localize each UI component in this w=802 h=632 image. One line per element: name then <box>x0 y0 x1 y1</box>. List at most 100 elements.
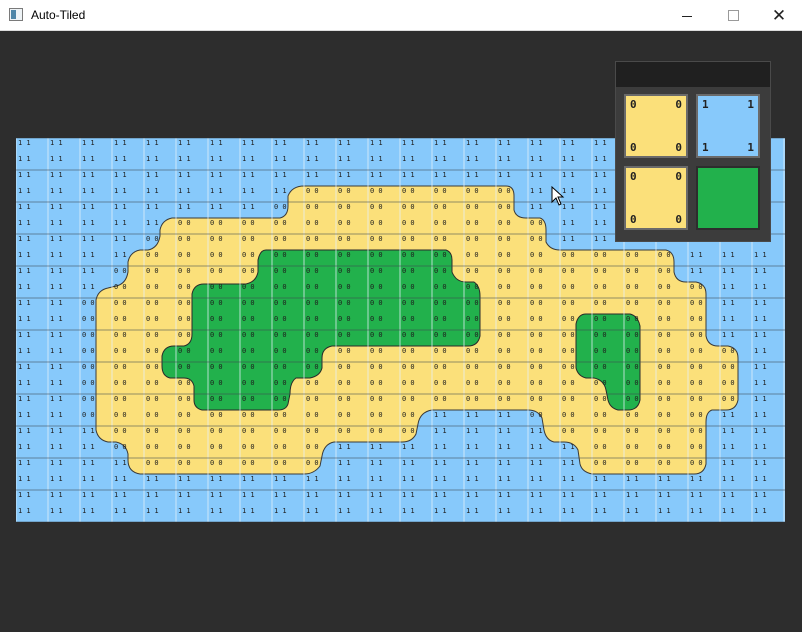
maximize-button[interactable] <box>710 0 756 31</box>
tile-corner-marker: 1 1 <box>338 171 351 179</box>
tile-corner-marker: 0 0 <box>178 283 191 291</box>
tile-corner-marker: 0 0 <box>114 363 127 371</box>
tile-corner-marker: 0 0 <box>594 411 607 419</box>
tile-corner-marker: 1 1 <box>274 187 287 195</box>
tile-corner-marker: 0 0 <box>210 363 223 371</box>
tile-corner-marker: 1 1 <box>754 299 767 307</box>
tile-corner-marker: 1 1 <box>114 491 127 499</box>
tile-corner-marker: 0 0 <box>690 459 703 467</box>
tile-corner-marker: 1 1 <box>562 507 575 515</box>
tile-corner-marker: 1 1 <box>754 251 767 259</box>
tile-corner-marker: 0 0 <box>402 427 415 435</box>
minimize-button[interactable] <box>664 0 710 31</box>
tile-corner-marker: 1 1 <box>18 443 31 451</box>
palette-tile-grass[interactable] <box>696 166 760 230</box>
tile-corner-marker: 1 1 <box>754 379 767 387</box>
tile-corner-marker: 1 1 <box>242 155 255 163</box>
tile-corner-marker: 1 1 <box>146 139 159 147</box>
tile-corner-marker: 0 0 <box>498 267 511 275</box>
tile-corner-marker: 0 0 <box>658 395 671 403</box>
tile-corner-marker: 0 0 <box>626 331 639 339</box>
tile-corner-marker: 1 1 <box>338 155 351 163</box>
tile-corner-marker: 0 0 <box>242 299 255 307</box>
tile-corner-marker: 0 0 <box>690 379 703 387</box>
tile-corner-marker: 0 0 <box>498 283 511 291</box>
tile-corner-marker: 0 0 <box>562 283 575 291</box>
tile-corner-marker: 0 0 <box>274 331 287 339</box>
mouse-cursor-icon <box>551 186 565 206</box>
palette-tile-sand[interactable]: 0 0 0 0 <box>624 94 688 158</box>
tile-corner-marker: 1 1 <box>146 475 159 483</box>
tile-corner-marker: 0 0 <box>210 427 223 435</box>
tile-corner-marker: 0 0 <box>338 267 351 275</box>
tile-corner-marker: 1 1 <box>402 459 415 467</box>
tile-corner-marker: 1 1 <box>594 491 607 499</box>
tile-corner-marker: 0 0 <box>434 267 447 275</box>
tile-corner-marker: 0 0 <box>434 251 447 259</box>
tile-corner-marker: 0 0 <box>210 395 223 403</box>
tile-corner-label: 0 <box>675 98 682 111</box>
tile-corner-marker: 0 0 <box>690 299 703 307</box>
tile-corner-marker: 0 0 <box>562 363 575 371</box>
tile-corner-marker: 0 0 <box>178 427 191 435</box>
tile-corner-marker: 0 0 <box>690 315 703 323</box>
tile-corner-marker: 1 1 <box>370 155 383 163</box>
tile-corner-marker: 1 1 <box>50 235 63 243</box>
tile-corner-marker: 1 1 <box>274 171 287 179</box>
tile-corner-marker: 1 1 <box>722 267 735 275</box>
tile-corner-marker: 0 0 <box>594 427 607 435</box>
tile-corner-marker: 1 1 <box>50 363 63 371</box>
tile-corner-marker: 0 0 <box>466 267 479 275</box>
tile-corner-marker: 1 1 <box>530 443 543 451</box>
tile-corner-marker: 1 1 <box>690 267 703 275</box>
tile-corner-marker: 0 0 <box>338 411 351 419</box>
tile-corner-marker: 0 0 <box>594 347 607 355</box>
tile-corner-marker: 0 0 <box>82 411 95 419</box>
tile-corner-marker: 0 0 <box>210 267 223 275</box>
tile-corner-marker: 0 0 <box>306 283 319 291</box>
tile-corner-marker: 0 0 <box>434 235 447 243</box>
tile-corner-marker: 1 1 <box>50 395 63 403</box>
tile-corner-marker: 0 0 <box>82 331 95 339</box>
tile-corner-marker: 0 0 <box>114 331 127 339</box>
tile-corner-marker: 1 1 <box>50 379 63 387</box>
tile-corner-marker: 1 1 <box>18 347 31 355</box>
tile-corner-marker: 1 1 <box>82 427 95 435</box>
tile-corner-marker: 1 1 <box>82 443 95 451</box>
palette-tile-water[interactable]: 1 1 1 1 <box>696 94 760 158</box>
tile-corner-marker: 0 0 <box>146 379 159 387</box>
tile-corner-marker: 0 0 <box>146 315 159 323</box>
tile-corner-marker: 1 1 <box>722 427 735 435</box>
tile-corner-marker: 1 1 <box>82 219 95 227</box>
tile-corner-marker: 1 1 <box>498 443 511 451</box>
tile-corner-marker: 1 1 <box>754 475 767 483</box>
tile-corner-marker: 1 1 <box>754 411 767 419</box>
tile-corner-marker: 0 0 <box>530 267 543 275</box>
tile-corner-marker: 0 0 <box>498 347 511 355</box>
tile-corner-marker: 0 0 <box>530 251 543 259</box>
tile-corner-marker: 0 0 <box>658 299 671 307</box>
palette-tile-sand-2[interactable]: 0 0 0 0 <box>624 166 688 230</box>
tile-corner-marker: 0 0 <box>242 235 255 243</box>
tile-corner-marker: 0 0 <box>370 315 383 323</box>
tile-corner-marker: 0 0 <box>530 299 543 307</box>
tile-corner-marker: 0 0 <box>466 219 479 227</box>
tile-corner-marker: 1 1 <box>18 251 31 259</box>
tile-corner-marker: 1 1 <box>50 459 63 467</box>
tile-corner-marker: 1 1 <box>242 475 255 483</box>
tile-palette-panel: 0 0 0 0 1 1 1 1 0 0 0 0 <box>615 61 771 242</box>
tile-corner-marker: 1 1 <box>18 171 31 179</box>
tile-corner-marker: 0 0 <box>178 459 191 467</box>
tile-corner-marker: 0 0 <box>274 283 287 291</box>
tile-corner-marker: 0 0 <box>594 443 607 451</box>
tile-corner-marker: 1 1 <box>370 171 383 179</box>
tile-corner-marker: 0 0 <box>498 331 511 339</box>
tile-corner-marker: 0 0 <box>146 267 159 275</box>
tile-corner-marker: 1 1 <box>82 203 95 211</box>
tile-corner-marker: 1 1 <box>50 331 63 339</box>
tile-corner-marker: 0 0 <box>402 283 415 291</box>
tile-corner-marker: 1 1 <box>594 171 607 179</box>
tile-corner-marker: 1 1 <box>146 203 159 211</box>
tile-corner-marker: 1 1 <box>498 171 511 179</box>
close-button[interactable]: ✕ <box>756 0 802 31</box>
